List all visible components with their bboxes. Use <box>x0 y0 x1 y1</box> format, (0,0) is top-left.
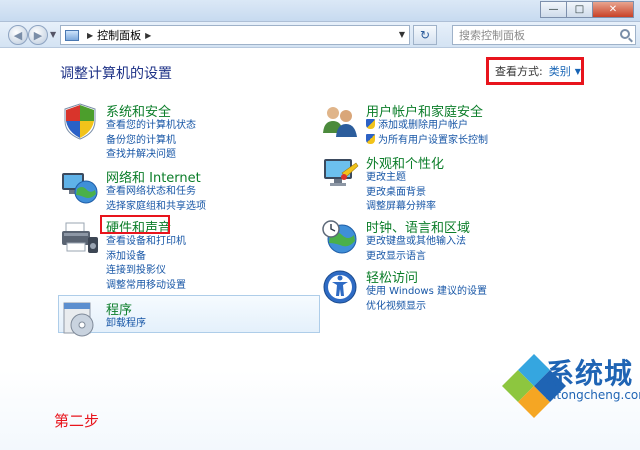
search-input[interactable]: 搜索控制面板 <box>452 25 636 45</box>
recommended-settings-link[interactable]: 使用 Windows 建议的设置 <box>366 285 487 300</box>
user-accounts-links: 添加或删除用户帐户 为所有用户设置家长控制 <box>366 119 488 148</box>
page-title: 调整计算机的设置 <box>60 66 172 82</box>
change-input-method-link[interactable]: 更改键盘或其他输入法 <box>366 235 466 250</box>
appearance-personalization-link[interactable]: 外观和个性化 <box>366 153 444 172</box>
hardware-sound-highlight <box>100 215 170 234</box>
uac-shield-icon <box>366 133 375 144</box>
recent-pages-dropdown[interactable]: ▼ <box>50 30 56 39</box>
devices-printers-link[interactable]: 查看设备和打印机 <box>106 235 186 250</box>
navigation-bar: ◀ ▶ ▼ ▶ 控制面板 ▶ ▼ ↻ 搜索控制面板 <box>0 22 640 48</box>
category-ease-access: 轻松访问 使用 Windows 建议的设置 优化视频显示 <box>320 267 600 313</box>
programs-link[interactable]: 程序 <box>106 299 132 318</box>
view-by-label: 查看方式: <box>495 65 543 78</box>
screen-resolution-link[interactable]: 调整屏幕分辨率 <box>366 200 436 215</box>
mobility-settings-link[interactable]: 调整常用移动设置 <box>106 279 186 294</box>
refresh-button[interactable]: ↻ <box>413 25 437 45</box>
system-security-link[interactable]: 系统和安全 <box>106 101 171 120</box>
breadcrumb-control-panel[interactable]: 控制面板 <box>97 27 141 43</box>
programs-links: 卸载程序 <box>106 317 146 332</box>
printer-icon <box>62 222 98 253</box>
uninstall-program-link[interactable]: 卸载程序 <box>106 317 146 332</box>
clock-language-region-link[interactable]: 时钟、语言和区域 <box>366 217 470 236</box>
network-links: 查看网络状态和任务 选择家庭组和共享选项 <box>106 185 206 214</box>
breadcrumb-separator-icon[interactable]: ▶ <box>145 31 151 40</box>
clock-region-links: 更改键盘或其他输入法 更改显示语言 <box>366 235 466 264</box>
programs-disc-icon <box>63 302 94 337</box>
category-network: 网络和 Internet 查看网络状态和任务 选择家庭组和共享选项 <box>60 167 310 213</box>
change-theme-link[interactable]: 更改主题 <box>366 171 436 186</box>
chevron-down-icon[interactable]: ▼ <box>575 67 581 76</box>
view-network-status-link[interactable]: 查看网络状态和任务 <box>106 185 206 200</box>
category-hardware-sound: 硬件和声音 查看设备和打印机 添加设备 连接到投影仪 调整常用移动设置 <box>60 217 310 291</box>
connect-projector-link[interactable]: 连接到投影仪 <box>106 264 186 279</box>
shield-icon <box>64 103 96 140</box>
address-dropdown-icon[interactable]: ▼ <box>399 30 405 39</box>
search-placeholder: 搜索控制面板 <box>459 29 525 42</box>
ease-access-links: 使用 Windows 建议的设置 优化视频显示 <box>366 285 487 314</box>
category-system-security: 系统和安全 查看您的计算机状态 备份您的计算机 查找并解决问题 <box>60 101 310 161</box>
refresh-icon: ↻ <box>419 28 431 42</box>
view-by-value[interactable]: 类别 <box>549 63 571 79</box>
add-remove-accounts-link[interactable]: 添加或删除用户帐户 <box>366 119 488 134</box>
forward-button[interactable]: ▶ <box>28 25 48 45</box>
add-device-link[interactable]: 添加设备 <box>106 250 186 265</box>
users-icon <box>323 107 357 137</box>
step-annotation: 第二步 <box>54 412 100 430</box>
back-button[interactable]: ◀ <box>8 25 28 45</box>
window-titlebar: — □ ✕ <box>0 0 640 22</box>
change-background-link[interactable]: 更改桌面背景 <box>366 186 436 201</box>
clock-globe-icon <box>322 220 357 254</box>
optimize-display-link[interactable]: 优化视频显示 <box>366 300 487 315</box>
uac-shield-icon <box>366 119 375 129</box>
watermark-brand: 系统城 <box>546 357 634 390</box>
hardware-sound-links: 查看设备和打印机 添加设备 连接到投影仪 调整常用移动设置 <box>106 235 186 293</box>
appearance-links: 更改主题 更改桌面背景 调整屏幕分辨率 <box>366 171 436 215</box>
view-by-selector[interactable]: 查看方式: 类别 ▼ <box>486 57 584 85</box>
appearance-monitor-icon <box>324 159 359 186</box>
breadcrumb-separator-icon[interactable]: ▶ <box>87 31 93 40</box>
system-security-links: 查看您的计算机状态 备份您的计算机 查找并解决问题 <box>106 119 196 163</box>
close-button[interactable]: ✕ <box>592 1 634 18</box>
network-globe-icon <box>62 173 98 204</box>
backup-computer-link[interactable]: 备份您的计算机 <box>106 134 196 149</box>
address-bar[interactable]: ▶ 控制面板 ▶ ▼ <box>60 25 410 45</box>
watermark-url: xitongcheng.com <box>546 388 640 402</box>
user-accounts-link[interactable]: 用户帐户和家庭安全 <box>366 101 483 120</box>
parental-controls-link[interactable]: 为所有用户设置家长控制 <box>366 133 488 149</box>
window-controls: — □ ✕ <box>540 1 634 18</box>
troubleshoot-link[interactable]: 查找并解决问题 <box>106 148 196 163</box>
change-display-language-link[interactable]: 更改显示语言 <box>366 250 466 265</box>
maximize-button[interactable]: □ <box>566 1 592 18</box>
category-clock-region: 时钟、语言和区域 更改键盘或其他输入法 更改显示语言 <box>320 217 600 263</box>
category-user-accounts: 用户帐户和家庭安全 添加或删除用户帐户 为所有用户设置家长控制 <box>320 101 600 147</box>
category-appearance: 外观和个性化 更改主题 更改桌面背景 调整屏幕分辨率 <box>320 153 600 212</box>
homegroup-sharing-link[interactable]: 选择家庭组和共享选项 <box>106 200 206 215</box>
ease-of-access-link[interactable]: 轻松访问 <box>366 267 418 286</box>
search-icon[interactable] <box>620 29 630 39</box>
control-panel-icon <box>65 29 79 41</box>
ease-of-access-icon <box>323 270 357 304</box>
minimize-button[interactable]: — <box>540 1 566 18</box>
view-computer-status-link[interactable]: 查看您的计算机状态 <box>106 119 196 134</box>
network-internet-link[interactable]: 网络和 Internet <box>106 167 201 186</box>
category-programs: 程序 卸载程序 <box>60 299 310 337</box>
